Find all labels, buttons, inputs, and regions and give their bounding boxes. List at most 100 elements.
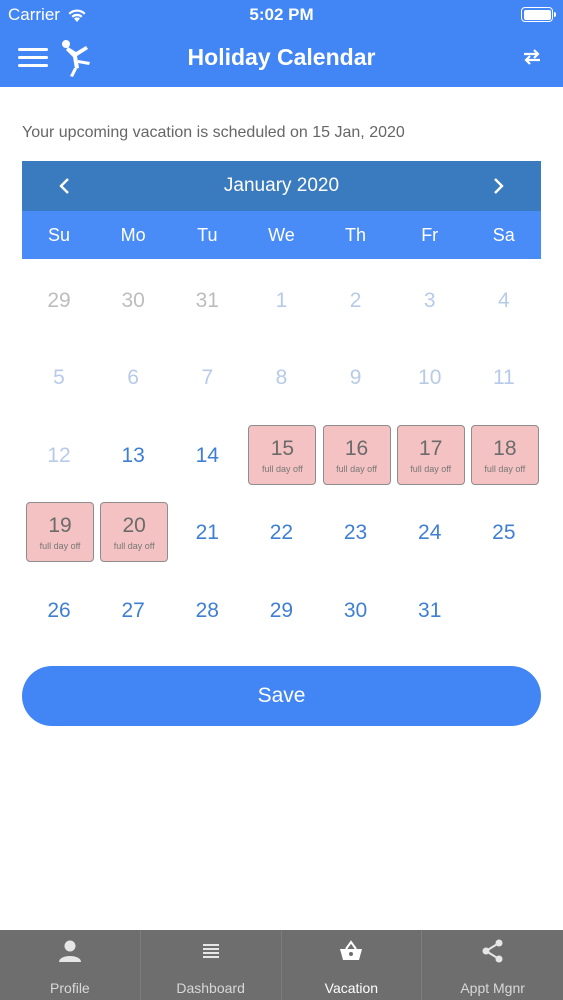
day-number: 19 bbox=[48, 514, 72, 538]
day-number: 5 bbox=[53, 366, 65, 390]
calendar-day[interactable]: 30 bbox=[319, 572, 393, 649]
day-number: 26 bbox=[47, 598, 71, 622]
swap-icon[interactable] bbox=[521, 46, 543, 68]
calendar-day[interactable]: 10 bbox=[393, 339, 467, 416]
calendar-day[interactable]: 3 bbox=[393, 262, 467, 339]
calendar-day[interactable]: 1 bbox=[244, 262, 318, 339]
day-number: 4 bbox=[498, 289, 510, 312]
day-number: 22 bbox=[269, 521, 294, 545]
calendar-day[interactable]: 24 bbox=[393, 494, 467, 571]
tab-dashboard[interactable]: Dashboard bbox=[141, 930, 282, 1000]
calendar-day[interactable]: 6 bbox=[96, 339, 170, 416]
day-off-label: full day off bbox=[261, 463, 303, 474]
day-number: 31 bbox=[195, 289, 219, 312]
nav-bar: Holiday Calendar bbox=[0, 30, 563, 87]
calendar-day[interactable]: 20 full day off bbox=[96, 494, 170, 571]
weekday-label: Sa bbox=[492, 225, 515, 245]
status-time: 5:02 PM bbox=[249, 5, 314, 24]
calendar-day[interactable]: 29 bbox=[244, 572, 318, 649]
day-number: 24 bbox=[418, 521, 442, 545]
calendar-day[interactable]: 17 full day off bbox=[393, 417, 467, 494]
tab-vacation[interactable]: Vacation bbox=[282, 930, 423, 1000]
day-number: 20 bbox=[122, 514, 146, 538]
weekday-label: Th bbox=[345, 225, 367, 245]
calendar-day[interactable]: 11 bbox=[467, 339, 541, 416]
day-number: 17 bbox=[419, 436, 443, 460]
calendar-day[interactable]: 28 bbox=[170, 572, 244, 649]
calendar-day[interactable]: 31 bbox=[170, 262, 244, 339]
weekday-label: Fr bbox=[421, 225, 439, 245]
day-off-marker: 15 full day off bbox=[248, 424, 317, 485]
calendar-day[interactable]: 2 bbox=[319, 262, 393, 339]
calendar-day[interactable]: 16 full day off bbox=[319, 417, 393, 494]
day-number: 8 bbox=[275, 366, 288, 390]
weekday-row: Su Mo Tu We Th Fr Sa bbox=[22, 211, 541, 259]
calendar-day[interactable]: 29 bbox=[22, 262, 96, 339]
day-number: 9 bbox=[349, 366, 362, 390]
calendar-day[interactable]: 30 bbox=[96, 262, 170, 339]
tab-appt-mgnr[interactable]: Appt Mgnr bbox=[422, 930, 563, 1000]
calendar-day[interactable]: 15 full day off bbox=[244, 417, 318, 494]
calendar-day[interactable]: 5 bbox=[22, 339, 96, 416]
share-icon bbox=[482, 939, 503, 963]
day-off-marker: 17 full day off bbox=[396, 424, 465, 485]
day-number: 31 bbox=[418, 598, 442, 622]
calendar-day[interactable]: 31 bbox=[393, 572, 467, 649]
day-number: 1 bbox=[275, 289, 288, 312]
weekday-label: Tu bbox=[197, 225, 218, 245]
day-number: 30 bbox=[343, 598, 368, 622]
calendar-day[interactable]: 13 bbox=[96, 417, 170, 494]
day-number: 10 bbox=[418, 366, 442, 390]
next-month-chevron-icon[interactable] bbox=[485, 173, 511, 199]
save-button[interactable]: Save bbox=[22, 666, 541, 726]
calendar-day[interactable]: 14 bbox=[170, 417, 244, 494]
weekday-label: We bbox=[268, 225, 295, 245]
day-number: 13 bbox=[121, 443, 145, 467]
day-off-marker: 18 full day off bbox=[470, 424, 539, 485]
calendar-day[interactable]: 12 bbox=[22, 417, 96, 494]
calendar-day[interactable]: 19 full day off bbox=[22, 494, 96, 571]
day-off-label: full day off bbox=[39, 541, 81, 552]
day-number: 30 bbox=[121, 289, 145, 312]
day-off-marker: 16 full day off bbox=[322, 424, 391, 485]
day-number: 2 bbox=[349, 289, 362, 312]
calendar-day[interactable]: 7 bbox=[170, 339, 244, 416]
calendar-day[interactable]: 8 bbox=[244, 339, 318, 416]
day-number: 27 bbox=[121, 598, 145, 622]
day-number: 18 bbox=[493, 436, 517, 460]
tab-label: Profile bbox=[50, 980, 90, 996]
day-number: 28 bbox=[195, 598, 219, 622]
day-off-marker: 19 full day off bbox=[26, 502, 94, 563]
tab-profile[interactable]: Profile bbox=[0, 930, 141, 1000]
calendar-day[interactable]: 25 bbox=[467, 494, 541, 571]
day-number: 15 bbox=[270, 436, 295, 460]
calendar-day[interactable]: 9 bbox=[319, 339, 393, 416]
day-number: 25 bbox=[492, 521, 516, 545]
calendar-day[interactable]: 18 full day off bbox=[467, 417, 541, 494]
tab-label: Dashboard bbox=[176, 980, 245, 996]
day-number: 23 bbox=[343, 521, 368, 545]
tab-label: Appt Mgnr bbox=[460, 980, 525, 996]
day-number: 7 bbox=[201, 366, 214, 390]
list-icon bbox=[202, 944, 219, 958]
day-number: 14 bbox=[195, 443, 219, 467]
app-header: Carrier 5:02 PM Holiday Calendar bbox=[0, 0, 563, 87]
tab-label: Vacation bbox=[324, 980, 379, 996]
day-number: 12 bbox=[47, 443, 71, 467]
calendar-day[interactable]: 4 bbox=[467, 262, 541, 339]
day-number: 29 bbox=[47, 289, 71, 312]
day-number: 11 bbox=[492, 366, 515, 390]
calendar-day[interactable]: 23 bbox=[319, 494, 393, 571]
calendar-header: January 2020 bbox=[22, 161, 541, 211]
calendar-day[interactable]: 26 bbox=[22, 572, 96, 649]
day-off-label: full day off bbox=[113, 541, 155, 552]
battery-icon bbox=[521, 7, 556, 22]
month-label: January 2020 bbox=[223, 175, 340, 196]
calendar-day[interactable]: 22 bbox=[244, 494, 318, 571]
calendar-day[interactable]: 21 bbox=[170, 494, 244, 571]
day-number: 3 bbox=[423, 289, 436, 312]
day-off-label: full day off bbox=[336, 463, 377, 474]
basket-icon bbox=[340, 940, 363, 960]
calendar-day[interactable]: 27 bbox=[96, 572, 170, 649]
weekday-label: Mo bbox=[120, 225, 146, 245]
